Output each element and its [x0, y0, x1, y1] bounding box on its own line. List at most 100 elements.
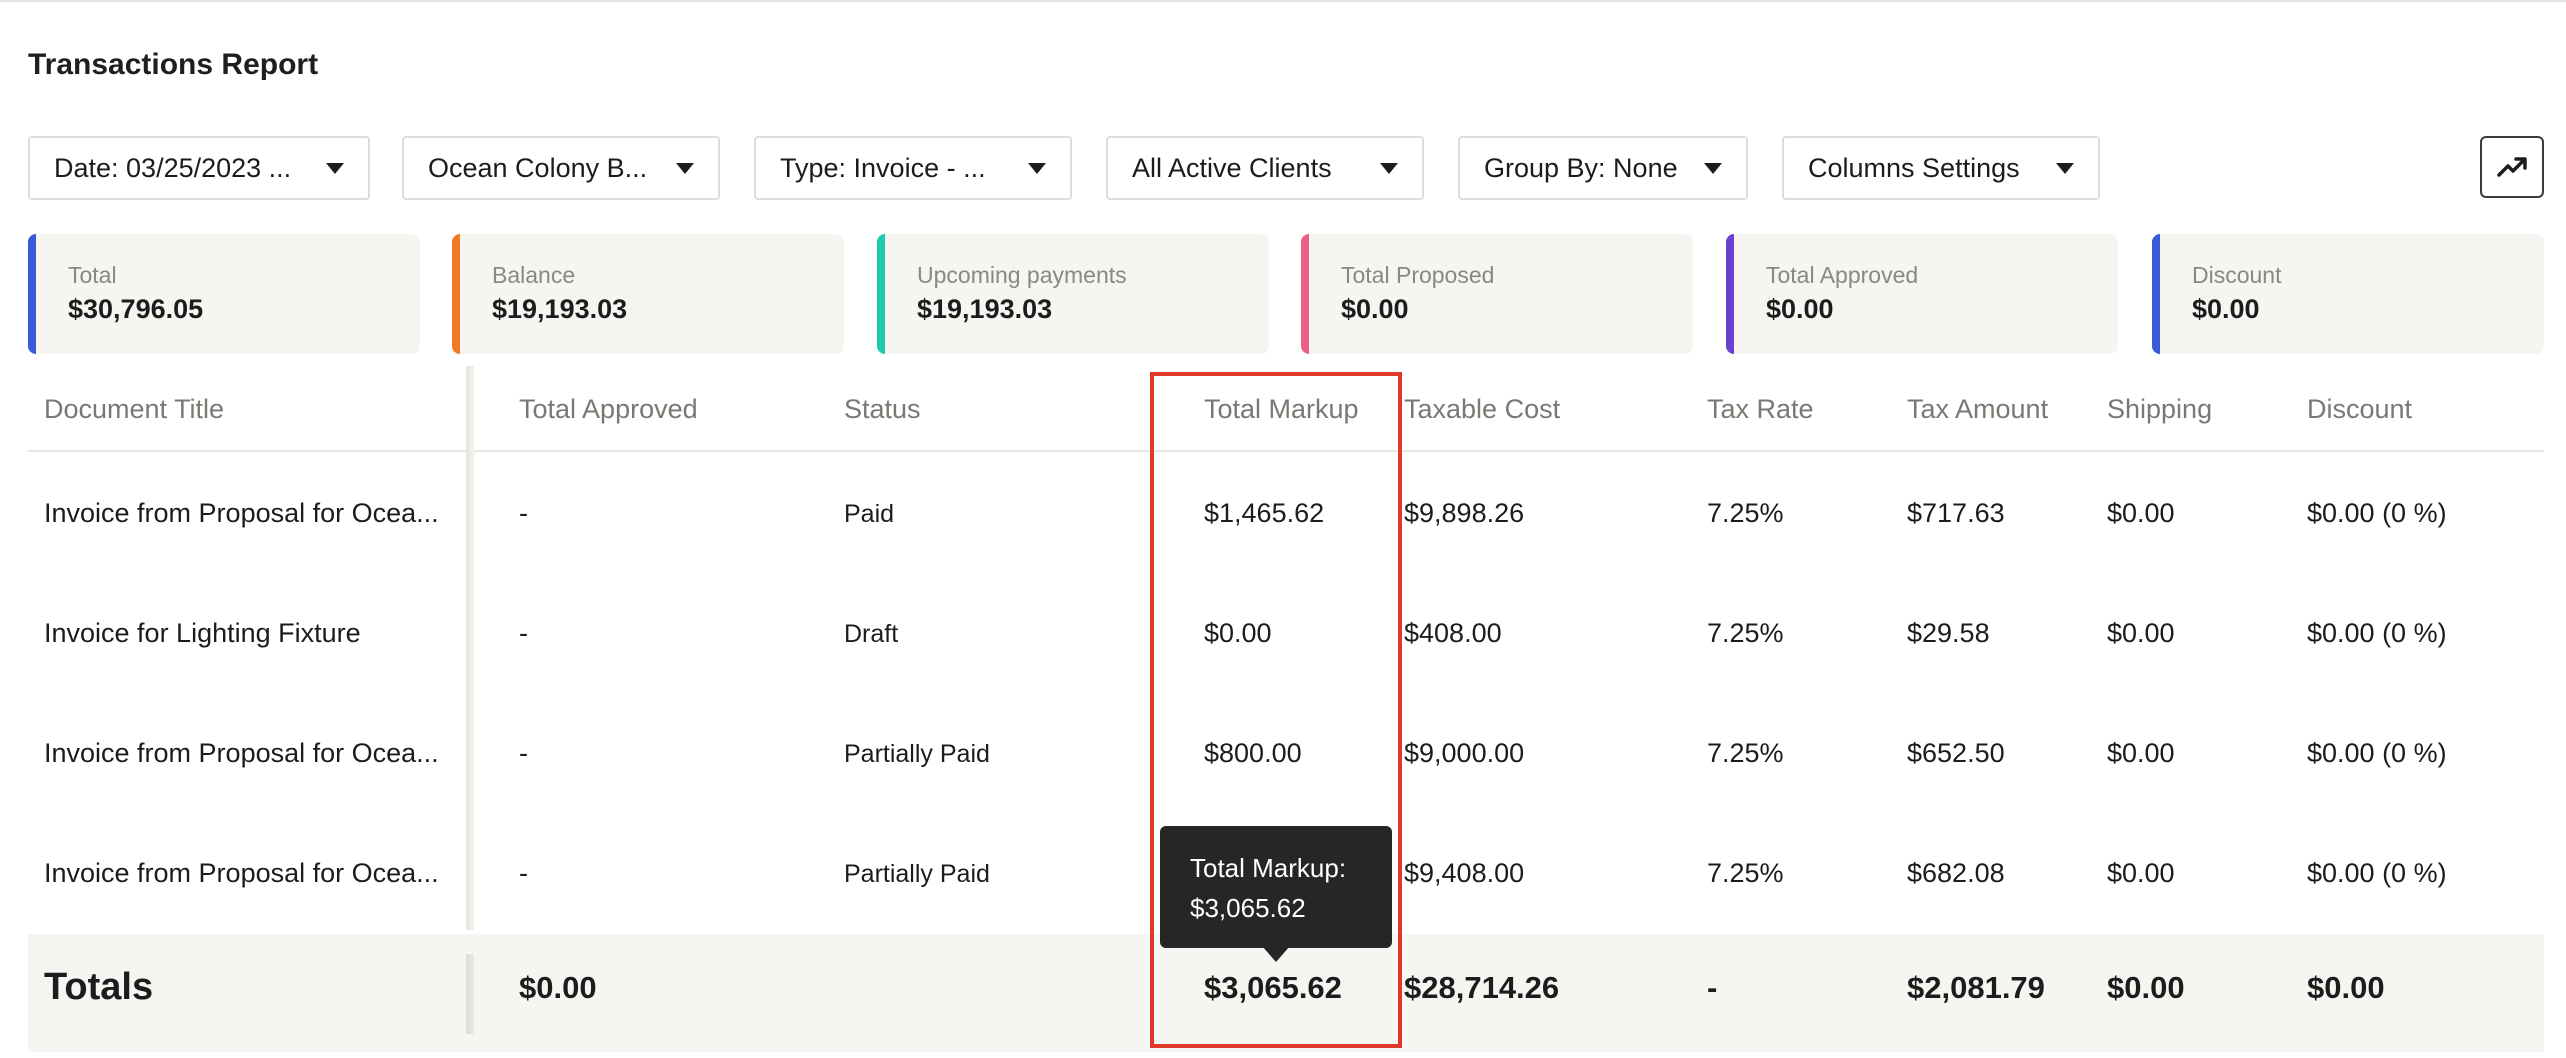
chevron-down-icon	[2056, 162, 2074, 174]
page-title: Transactions Report	[28, 48, 319, 81]
cell-status: Partially Paid	[844, 740, 990, 768]
tooltip-value: $3,065.62	[1190, 893, 1306, 923]
cell-total-approved: -	[519, 738, 528, 768]
card-accent	[28, 234, 36, 354]
card-value: $19,193.03	[492, 294, 628, 324]
column-header-document-title[interactable]: Document Title	[44, 394, 224, 425]
totals-label: Totals	[44, 966, 154, 1008]
cell-discount: $0.00 (0 %)	[2307, 498, 2447, 528]
type-filter-label: Type: Invoice - ...	[780, 152, 986, 183]
cell-tax-amount: $652.50	[1907, 738, 2005, 768]
column-header-discount[interactable]: Discount	[2307, 394, 2412, 425]
clients-filter-dropdown[interactable]: All Active Clients	[1106, 136, 1424, 200]
cell-tax-amount: $682.08	[1907, 858, 2005, 888]
chevron-down-icon	[1704, 162, 1722, 174]
total-approved-sum: $0.00	[519, 970, 597, 1005]
cell-total-approved: -	[519, 618, 528, 648]
cell-document-title[interactable]: Invoice from Proposal for Ocea...	[44, 858, 439, 889]
cell-document-title[interactable]: Invoice from Proposal for Ocea...	[44, 498, 439, 529]
card-label: Balance	[492, 262, 576, 288]
chevron-down-icon	[676, 162, 694, 174]
card-label: Total	[68, 262, 117, 288]
card-accent	[1301, 234, 1309, 354]
cell-taxable-cost: $9,000.00	[1404, 738, 1525, 768]
project-filter-label: Ocean Colony B...	[428, 152, 648, 183]
cell-tax-rate: 7.25%	[1707, 858, 1784, 888]
cell-shipping: $0.00	[2107, 618, 2175, 648]
sticky-column-divider	[466, 366, 474, 930]
cell-shipping: $0.00	[2107, 858, 2175, 888]
card-label: Discount	[2192, 262, 2282, 288]
cell-discount: $0.00 (0 %)	[2307, 618, 2447, 648]
cell-tax-amount: $29.58	[1907, 618, 1990, 648]
column-header-status[interactable]: Status	[844, 394, 921, 425]
summary-card-discount: Discount $0.00	[2152, 234, 2544, 354]
summary-card-total-proposed: Total Proposed $0.00	[1301, 234, 1693, 354]
shipping-sum: $0.00	[2107, 970, 2185, 1005]
project-filter-dropdown[interactable]: Ocean Colony B...	[402, 136, 720, 200]
filter-bar: Date: 03/25/2023 ... Ocean Colony B... T…	[28, 136, 2544, 200]
type-filter-dropdown[interactable]: Type: Invoice - ...	[754, 136, 1072, 200]
column-header-total-approved[interactable]: Total Approved	[519, 394, 698, 425]
cell-tax-rate: 7.25%	[1707, 498, 1784, 528]
cell-total-approved: -	[519, 858, 528, 888]
cell-tax-amount: $717.63	[1907, 498, 2005, 528]
card-value: $19,193.03	[917, 294, 1053, 324]
cell-shipping: $0.00	[2107, 738, 2175, 768]
card-value: $30,796.05	[68, 294, 204, 324]
column-header-taxable-cost[interactable]: Taxable Cost	[1404, 394, 1560, 425]
cell-total-markup: $1,465.62	[1204, 498, 1325, 528]
total-markup-tooltip: Total Markup: $3,065.62	[1160, 826, 1392, 948]
date-filter-label: Date: 03/25/2023 ...	[54, 152, 292, 183]
summary-card-balance: Balance $19,193.03	[452, 234, 844, 354]
total-markup-sum: $3,065.62	[1204, 970, 1342, 1005]
columns-settings-dropdown[interactable]: Columns Settings	[1782, 136, 2100, 200]
column-header-shipping[interactable]: Shipping	[2107, 394, 2212, 425]
card-accent	[2152, 234, 2160, 354]
card-accent	[452, 234, 460, 354]
card-value: $0.00	[1341, 294, 1409, 324]
card-value: $0.00	[1766, 294, 1834, 324]
chevron-down-icon	[1380, 162, 1398, 174]
cell-total-approved: -	[519, 498, 528, 528]
cell-tax-rate: 7.25%	[1707, 618, 1784, 648]
card-accent	[877, 234, 885, 354]
cell-discount: $0.00 (0 %)	[2307, 858, 2447, 888]
card-accent	[1726, 234, 1734, 354]
cell-taxable-cost: $408.00	[1404, 618, 1502, 648]
tax-amount-sum: $2,081.79	[1907, 970, 2045, 1005]
cell-total-markup: $800.00	[1204, 738, 1302, 768]
sticky-column-divider	[466, 954, 474, 1034]
card-label: Total Approved	[1766, 262, 1919, 288]
cell-status: Partially Paid	[844, 860, 990, 888]
trending-up-icon	[2497, 157, 2527, 177]
cell-tax-rate: 7.25%	[1707, 738, 1784, 768]
summary-card-total-approved: Total Approved $0.00	[1726, 234, 2118, 354]
cell-taxable-cost: $9,408.00	[1404, 858, 1525, 888]
column-header-tax-rate[interactable]: Tax Rate	[1707, 394, 1814, 425]
summary-card-upcoming-payments: Upcoming payments $19,193.03	[877, 234, 1269, 354]
cell-taxable-cost: $9,898.26	[1404, 498, 1525, 528]
columns-settings-label: Columns Settings	[1808, 152, 2020, 183]
cell-status: Draft	[844, 620, 899, 648]
card-label: Total Proposed	[1341, 262, 1495, 288]
cell-document-title[interactable]: Invoice for Lighting Fixture	[44, 618, 361, 649]
discount-sum: $0.00	[2307, 970, 2385, 1005]
date-filter-dropdown[interactable]: Date: 03/25/2023 ...	[28, 136, 370, 200]
table-header-divider	[28, 450, 2544, 452]
chevron-down-icon	[326, 162, 344, 174]
column-header-total-markup[interactable]: Total Markup	[1204, 394, 1359, 425]
group-by-dropdown[interactable]: Group By: None	[1458, 136, 1748, 200]
group-by-label: Group By: None	[1484, 152, 1678, 183]
cell-total-markup: $0.00	[1204, 618, 1272, 648]
card-value: $0.00	[2192, 294, 2260, 324]
chart-view-button[interactable]	[2480, 136, 2544, 198]
top-divider	[0, 0, 2566, 2]
cell-document-title[interactable]: Invoice from Proposal for Ocea...	[44, 738, 439, 769]
summary-cards: Total $30,796.05 Balance $19,193.03 Upco…	[28, 234, 2544, 354]
summary-card-total: Total $30,796.05	[28, 234, 420, 354]
chevron-down-icon	[1028, 162, 1046, 174]
column-header-tax-amount[interactable]: Tax Amount	[1907, 394, 2048, 425]
cell-discount: $0.00 (0 %)	[2307, 738, 2447, 768]
tooltip-label: Total Markup:	[1190, 853, 1347, 883]
